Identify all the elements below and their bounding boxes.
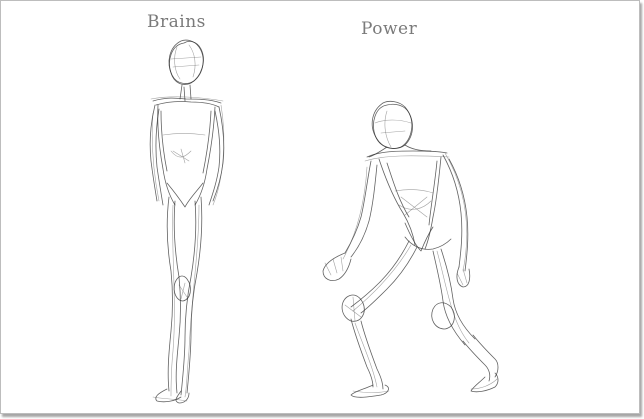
sketch-canvas: Brains Power xyxy=(0,0,640,414)
brains-figure-sketch xyxy=(149,39,225,404)
brains-head xyxy=(168,39,204,85)
power-label: Power xyxy=(361,19,418,39)
power-figure-sketch xyxy=(322,100,499,398)
figure-sketch-drawing: Brains Power xyxy=(147,12,499,404)
brains-label: Brains xyxy=(147,12,206,32)
power-head xyxy=(371,100,413,149)
